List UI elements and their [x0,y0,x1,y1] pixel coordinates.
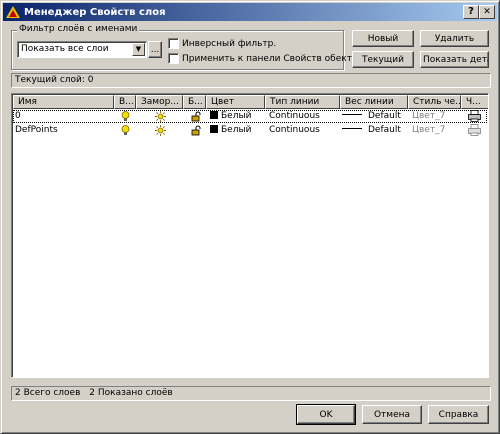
close-title-button[interactable]: ✕ [479,5,495,19]
layer-lineweight-value: Default [368,125,401,135]
table-row[interactable]: 0 Белый Continuous Default Цвет_7 [13,110,487,123]
show-details-label: Показать детали [423,54,488,65]
column-lock[interactable]: Б... [183,95,206,109]
layer-properties-dialog: Менеджер Свойств слоя ? ✕ Фильтр слоёв с… [0,0,500,434]
delete-layer-label: Удалить [434,33,475,44]
app-icon [6,5,20,19]
sun-icon[interactable] [155,125,166,138]
unlock-icon[interactable] [191,111,202,124]
invert-filter-checkbox[interactable]: Инверсный фильтр. [168,38,276,49]
filter-browse-button[interactable]: ... [148,41,162,58]
layer-color-name: Белый [221,125,252,135]
cancel-label: Отмена [373,409,411,420]
current-layer-bar: Текущий слой: 0 [11,73,491,88]
layer-linetype[interactable]: Continuous [269,110,320,123]
layer-name: 0 [15,111,21,121]
lineweight-sample [342,128,362,129]
apply-to-toolbar-label: Применить к панели Свойств обекта. [182,53,361,64]
filter-group-label: Фильтр слоёв с именами [17,24,140,34]
ok-label: OK [319,409,333,420]
cancel-button[interactable]: Отмена [362,405,422,424]
close-icon: ✕ [483,7,491,17]
layer-plotstyle[interactable]: Цвет_7 [412,124,445,137]
layer-lineweight[interactable]: Default [342,124,401,137]
layer-color[interactable]: Белый [210,110,251,123]
column-freeze[interactable]: Замор... [136,95,183,109]
lineweight-sample [342,114,362,115]
current-layer-value: 0 [87,75,94,85]
layer-list[interactable]: Имя В... Замор... Б... Цвет Тип линии Ве… [11,93,489,378]
layer-linetype[interactable]: Continuous [269,124,320,137]
chevron-down-icon[interactable]: ▼ [132,43,145,56]
sun-icon[interactable] [155,111,166,124]
help-label: Справка [438,409,479,420]
bulb-on-icon[interactable] [121,125,130,138]
bulb-on-icon[interactable] [121,111,130,124]
invert-filter-label: Инверсный фильтр. [182,38,277,49]
apply-to-toolbar-checkbox[interactable]: Применить к панели Свойств обекта. [168,53,360,64]
filter-combo[interactable]: Показать все слои ▼ [17,41,147,58]
ok-button[interactable]: OK [296,404,356,425]
set-current-button[interactable]: Текущий [352,51,414,68]
column-lineweight[interactable]: Вес линии [340,95,408,109]
new-layer-label: Новый [367,33,399,44]
layer-plotstyle[interactable]: Цвет_7 [412,110,445,123]
set-current-label: Текущий [362,54,404,65]
layer-list-header: Имя В... Замор... Б... Цвет Тип линии Ве… [13,95,488,109]
title-bar[interactable]: Менеджер Свойств слоя ? ✕ [3,3,497,21]
printer-disabled-icon[interactable] [468,124,481,137]
help-title-button[interactable]: ? [463,5,479,19]
status-bar: 2 Всего слоев 2 Показано слоёв [11,386,491,401]
layer-color-name: Белый [221,111,252,121]
filter-combo-value: Показать все слои [21,44,109,54]
layer-color[interactable]: Белый [210,124,251,137]
window-title: Менеджер Свойств слоя [24,6,166,18]
layer-name: DefPoints [15,125,58,135]
table-row[interactable]: DefPoints Белый Continuous Default Цвет_… [13,124,487,137]
delete-layer-button[interactable]: Удалить [420,30,489,47]
shown-layers-count: 2 Показано слоёв [89,388,173,398]
column-plot[interactable]: Ч... [461,95,488,109]
total-layers-count: 2 Всего слоев [15,388,81,398]
column-color[interactable]: Цвет [206,95,265,109]
color-swatch [210,125,218,133]
column-linetype[interactable]: Тип линии [265,95,340,109]
column-on[interactable]: В... [114,95,136,109]
color-swatch [210,111,218,119]
column-name[interactable]: Имя [13,95,114,109]
apply-to-toolbar-box[interactable] [168,53,179,64]
help-button[interactable]: Справка [428,405,489,424]
new-layer-button[interactable]: Новый [352,30,414,47]
column-plotstyle[interactable]: Стиль че... [408,95,461,109]
current-layer-label: Текущий слой: [15,75,85,85]
printer-icon[interactable] [468,110,481,123]
layer-lineweight-value: Default [368,111,401,121]
invert-filter-box[interactable] [168,38,179,49]
show-details-button[interactable]: Показать детали [420,51,489,68]
unlock-icon[interactable] [191,125,202,138]
layer-lineweight[interactable]: Default [342,110,401,123]
